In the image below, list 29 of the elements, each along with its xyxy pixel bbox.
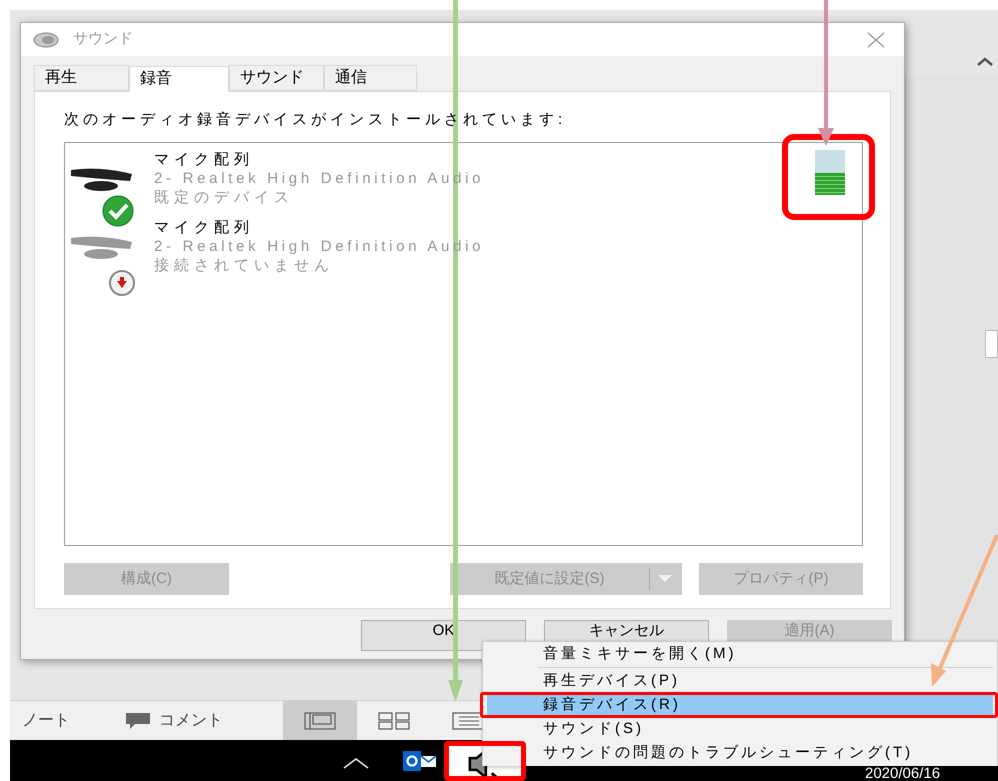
menu-item[interactable]: サウンド(S): [487, 719, 993, 739]
device-name[interactable]: マイク配列: [154, 150, 254, 169]
view-layout-icon: [303, 710, 337, 730]
view-layout-icon: [377, 710, 411, 730]
collapse-icon[interactable]: [976, 57, 994, 67]
view-layout-icon: [451, 710, 485, 730]
menu-item[interactable]: 録音デバイス(R): [487, 695, 993, 715]
clock-date: 2020/06/16: [865, 767, 940, 781]
window-title: サウンド: [73, 29, 134, 50]
microphone-icon: [70, 234, 138, 296]
speaker-icon: [33, 30, 61, 48]
menu-item[interactable]: サウンドの問題のトラブルシューティング(T): [487, 743, 993, 763]
chevron-up-icon[interactable]: [343, 757, 369, 769]
tab[interactable]: 通信: [324, 65, 417, 91]
mail-app-icon[interactable]: [403, 751, 436, 771]
instruction-text: 次のオーディオ録音デバイスがインストールされています:: [64, 110, 566, 129]
comment-icon: [125, 712, 151, 730]
tab[interactable]: 再生: [34, 65, 129, 91]
device-status: 既定のデバイス: [154, 188, 294, 207]
menu-item[interactable]: 再生デバイス(P): [487, 671, 993, 691]
comments-button[interactable]: コメント: [159, 708, 223, 732]
notes-button[interactable]: ノート: [22, 708, 70, 732]
device-name[interactable]: マイク配列: [154, 218, 254, 237]
device-status: 接続されていません: [154, 256, 334, 275]
view-button[interactable]: [283, 701, 357, 740]
close-icon[interactable]: [866, 32, 886, 48]
tab[interactable]: サウンド: [229, 65, 324, 91]
dropdown-arrow-icon: [658, 575, 672, 583]
tab[interactable]: 録音: [129, 66, 229, 92]
